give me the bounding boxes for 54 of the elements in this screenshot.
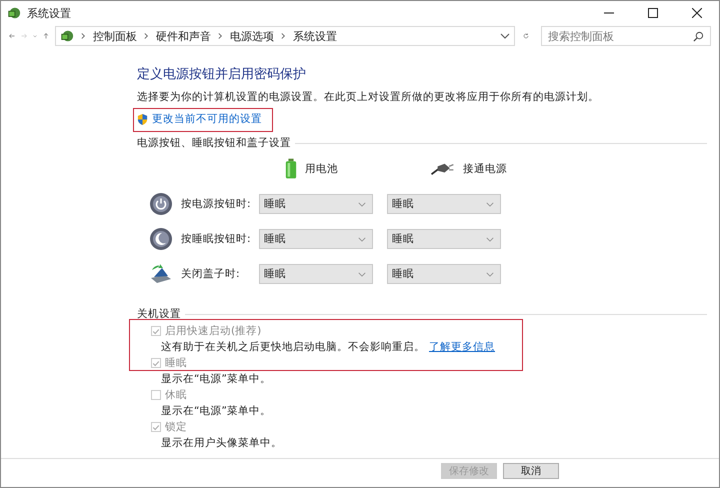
chevron-down-icon	[358, 236, 366, 242]
maximize-icon	[648, 8, 658, 18]
control-panel-icon	[60, 29, 74, 43]
option-description: 这有助于在关机之后更快地启动电脑。不会影响重启。	[161, 340, 425, 354]
window-title: 系统设置	[27, 6, 71, 20]
column-header: 用电池	[305, 162, 338, 176]
dropdown[interactable]: 睡眠	[387, 229, 501, 249]
plug-icon	[429, 162, 455, 176]
dropdown[interactable]: 睡眠	[259, 194, 373, 214]
chevron-down-icon	[486, 236, 494, 242]
change-settings-link[interactable]: 更改当前不可用的设置	[152, 112, 262, 126]
chevron-down-icon	[486, 272, 494, 276]
search-box[interactable]: 搜索控制面板	[541, 26, 711, 46]
dropdown[interactable]: 睡眠	[387, 194, 501, 214]
dropdown[interactable]: 睡眠	[387, 264, 501, 284]
moon-button-icon	[149, 227, 173, 251]
option-description: 显示在“电源”菜单中。	[161, 404, 271, 418]
chevron-icon	[81, 32, 86, 40]
laptop-icon	[149, 262, 173, 286]
close-icon	[692, 8, 702, 18]
option-description: 显示在“电源”菜单中。	[161, 372, 271, 386]
dropdown[interactable]: 睡眠	[259, 264, 373, 284]
option-label: 睡眠	[165, 356, 187, 370]
chevron-down-icon	[358, 272, 366, 276]
option-label: 休眠	[165, 388, 187, 402]
option-description: 显示在用户头像菜单中。	[161, 436, 282, 450]
power-button-icon	[149, 192, 173, 216]
row-label: 关闭盖子时:	[181, 267, 241, 281]
section-title: 电源按钮、睡眠按钮和盖子设置	[137, 136, 291, 150]
option-label: 锁定	[165, 420, 187, 434]
chevron-icon	[281, 32, 286, 40]
breadcrumb-item[interactable]: 系统设置	[293, 28, 337, 44]
description-text: 选择要为你的计算机设置的电源设置。在此页上对设置所做的更改将应用于你所有的电源计划。	[137, 90, 600, 104]
battery-icon	[285, 158, 297, 180]
shield-icon	[137, 112, 148, 126]
search-icon	[693, 30, 704, 42]
footer-button[interactable]: 取消	[503, 463, 559, 479]
row-label: 按电源按钮时:	[181, 197, 252, 211]
breadcrumb-item[interactable]: 硬件和声音	[156, 28, 211, 44]
option-label: 启用快速启动(推荐)	[165, 324, 262, 338]
breadcrumb-item[interactable]: 控制面板	[93, 28, 137, 44]
control-panel-icon	[7, 6, 21, 20]
chevron-down-icon	[358, 202, 366, 206]
page-heading: 定义电源按钮并启用密码保护	[137, 66, 307, 83]
column-header: 接通电源	[463, 162, 507, 176]
chevron-icon	[218, 32, 223, 40]
row-label: 按睡眠按钮时:	[181, 232, 252, 246]
dropdown[interactable]: 睡眠	[259, 229, 373, 249]
breadcrumb-item[interactable]: 电源选项	[230, 28, 274, 44]
chevron-down-icon	[486, 202, 494, 206]
section-title: 关机设置	[137, 307, 181, 321]
address-bar[interactable]: 控制面板 硬件和声音 电源选项 系统设置	[55, 26, 515, 46]
dropdown-icon[interactable]	[500, 32, 510, 40]
chevron-icon	[144, 32, 149, 40]
